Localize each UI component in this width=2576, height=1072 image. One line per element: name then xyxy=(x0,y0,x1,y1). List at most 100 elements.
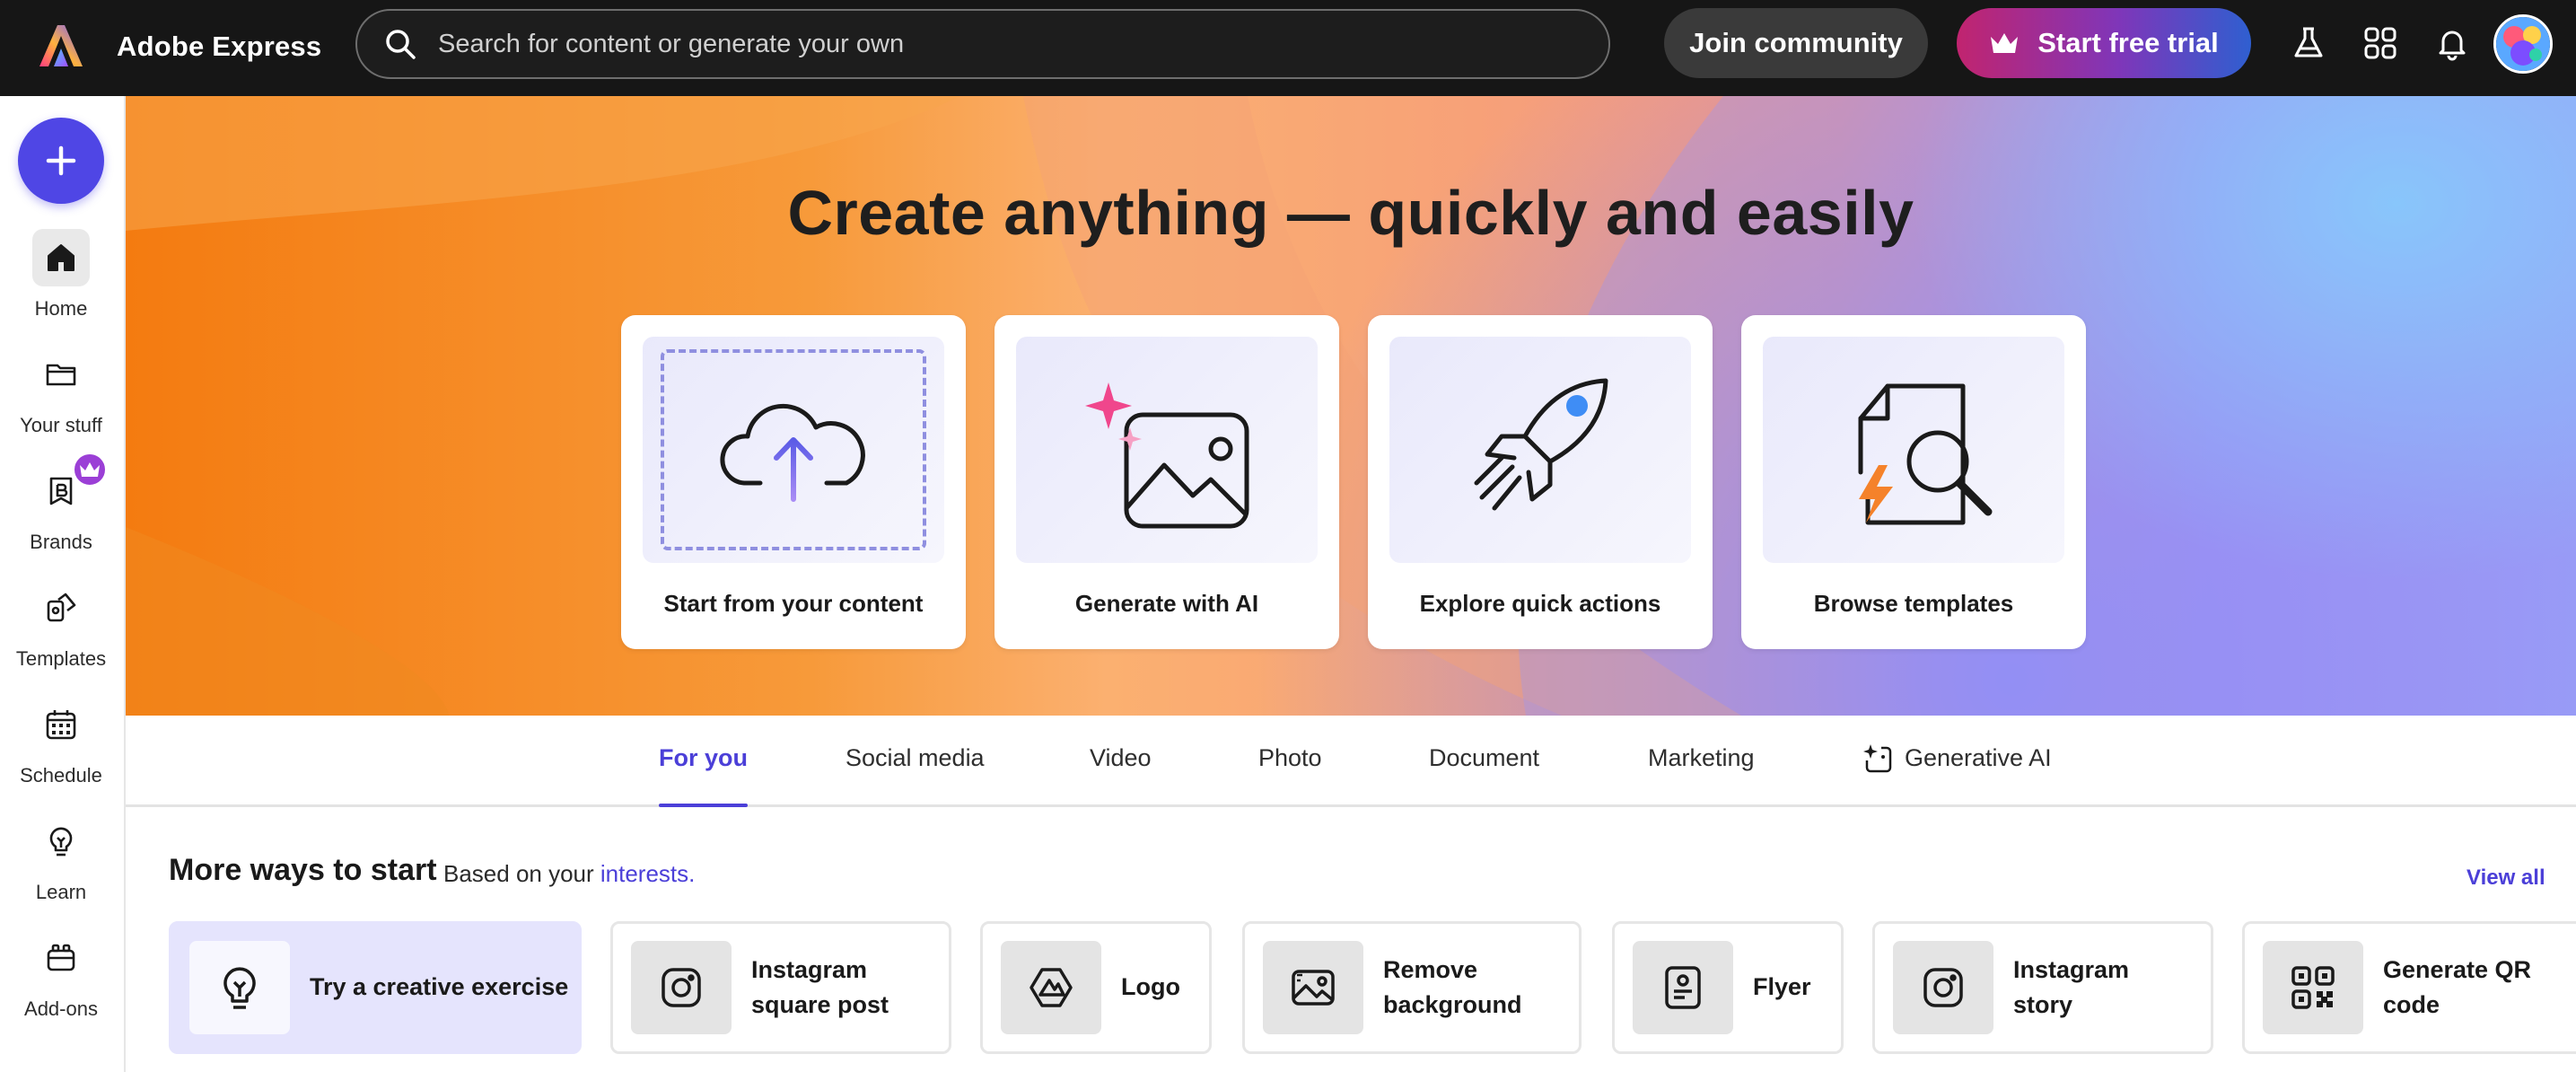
lightbulb-icon xyxy=(49,827,73,857)
addons-icon xyxy=(47,944,75,971)
chip-label: Generate QR code xyxy=(2383,953,2531,1023)
hero-card-label: Start from your content xyxy=(663,590,924,617)
notifications-button[interactable] xyxy=(2432,23,2472,63)
rail-label-home: Home xyxy=(34,297,88,320)
chip-icon-wrap xyxy=(1001,941,1101,1034)
user-avatar[interactable] xyxy=(2493,14,2553,74)
hero-card-label: Browse templates xyxy=(1813,590,2014,617)
chip-logo[interactable]: Logo xyxy=(980,921,1212,1054)
template-search-icon xyxy=(1858,383,1993,525)
start-free-trial-label: Start free trial xyxy=(2037,27,2219,58)
rail-icon-wrap xyxy=(32,813,90,870)
logo-icon xyxy=(1030,968,1073,1007)
tab-for-you[interactable]: For you xyxy=(659,744,748,807)
remove-background-icon xyxy=(1292,970,1335,1006)
subtitle-prefix: Based on your xyxy=(443,860,600,887)
rail-item-schedule[interactable]: Schedule xyxy=(0,696,122,795)
plus-icon xyxy=(46,145,76,176)
chip-icon-wrap xyxy=(631,941,732,1034)
chip-label-line1: Logo xyxy=(1121,973,1180,1001)
chip-label: Instagram square post xyxy=(751,953,889,1023)
rail-icon-wrap xyxy=(32,452,108,520)
hero-card-label: Explore quick actions xyxy=(1419,590,1661,617)
tab-generative-ai[interactable]: Generative AI xyxy=(1862,744,2052,804)
rail-item-brands[interactable]: Brands xyxy=(0,452,122,561)
brand[interactable]: Adobe Express xyxy=(36,18,321,75)
chip-creative-exercise[interactable]: Try a creative exercise xyxy=(169,921,582,1054)
hero-card-start-from-content[interactable]: Start from your content xyxy=(621,315,966,649)
hero-card-art xyxy=(1389,337,1691,563)
hero-card-art xyxy=(643,337,944,563)
chip-label-line2: story xyxy=(2013,991,2073,1018)
start-free-trial-button[interactable]: Start free trial xyxy=(1957,8,2251,78)
left-rail: Home Your stuff Brands Templates Schedul… xyxy=(0,96,126,1072)
instagram-icon xyxy=(1923,968,1963,1007)
rail-item-add-ons[interactable]: Add-ons xyxy=(0,929,122,1028)
flyer-icon xyxy=(1665,966,1701,1009)
chip-generate-qr-code[interactable]: Generate QR code xyxy=(2242,921,2576,1054)
tab-document[interactable]: Document xyxy=(1429,744,1539,804)
chip-label-line1: Generate QR xyxy=(2383,955,2532,983)
chip-label: Logo xyxy=(1121,970,1180,1005)
rail-label-templates: Templates xyxy=(15,647,107,670)
hero-card-generate-with-ai[interactable]: Generate with AI xyxy=(994,315,1339,649)
chip-instagram-story[interactable]: Instagram story xyxy=(1872,921,2213,1054)
brand-icon xyxy=(49,477,73,505)
app-name: Adobe Express xyxy=(117,31,322,62)
chip-instagram-square-post[interactable]: Instagram square post xyxy=(610,921,951,1054)
search-input[interactable] xyxy=(438,29,1515,59)
chip-icon-wrap xyxy=(1893,941,1993,1034)
view-all-link[interactable]: View all xyxy=(2466,866,2545,891)
rail-item-templates[interactable]: Templates xyxy=(0,579,122,678)
chip-label-line1: Remove xyxy=(1383,955,1478,983)
rail-item-your-stuff[interactable]: Your stuff xyxy=(0,346,122,444)
tab-label: Social media xyxy=(846,744,985,771)
hero-card-explore-quick-actions[interactable]: Explore quick actions xyxy=(1368,315,1713,649)
adobe-express-logo-icon xyxy=(39,25,83,66)
flask-icon xyxy=(2294,27,2323,57)
top-bar: Adobe Express Join community Start free … xyxy=(0,0,2576,96)
labs-button[interactable] xyxy=(2289,23,2328,63)
qr-code-icon xyxy=(2291,966,2335,1009)
chip-label: Try a creative exercise xyxy=(310,970,568,1005)
chip-label-line2: code xyxy=(2383,991,2440,1018)
hero-title: Create anything — quickly and easily xyxy=(787,178,1914,248)
chip-icon-wrap xyxy=(2263,941,2363,1034)
interests-link[interactable]: interests. xyxy=(600,860,696,887)
tab-marketing[interactable]: Marketing xyxy=(1648,744,1755,804)
crown-icon xyxy=(80,462,100,477)
rail-label-your-stuff: Your stuff xyxy=(20,414,102,436)
apps-button[interactable] xyxy=(2361,23,2400,63)
hero-card-art xyxy=(1763,337,2064,563)
rail-label-schedule: Schedule xyxy=(20,764,102,786)
create-new-button[interactable] xyxy=(18,118,104,204)
chip-flyer[interactable]: Flyer xyxy=(1612,921,1844,1054)
premium-badge xyxy=(72,452,108,488)
rail-item-home[interactable]: Home xyxy=(0,229,122,328)
tab-label: Document xyxy=(1429,744,1540,771)
rail-icon-wrap xyxy=(32,696,90,753)
join-community-button[interactable]: Join community xyxy=(1664,8,1928,78)
rail-item-learn[interactable]: Learn xyxy=(0,813,122,911)
more-ways-title: More ways to start xyxy=(169,853,437,887)
tab-video[interactable]: Video xyxy=(1090,744,1152,804)
search-bar[interactable] xyxy=(355,9,1610,79)
tab-label: For you xyxy=(659,744,748,771)
chip-remove-background[interactable]: Remove background xyxy=(1242,921,1582,1054)
rail-icon-wrap xyxy=(32,346,90,403)
lightbulb-icon xyxy=(223,967,256,1009)
tab-label: Photo xyxy=(1258,744,1322,771)
avatar-image-icon xyxy=(2496,17,2550,71)
tab-photo[interactable]: Photo xyxy=(1258,744,1322,804)
rocket-icon xyxy=(1474,378,1608,511)
rail-icon-wrap xyxy=(32,579,90,637)
chip-label: Flyer xyxy=(1753,970,1811,1005)
calendar-icon xyxy=(46,710,76,740)
tab-social-media[interactable]: Social media xyxy=(846,744,985,804)
chip-label-line1: Try a creative exercise xyxy=(310,973,569,1001)
chip-label-line2: background xyxy=(1383,991,1522,1018)
chip-icon-wrap xyxy=(189,941,290,1034)
chip-icon-wrap xyxy=(1633,941,1733,1034)
hero-card-browse-templates[interactable]: Browse templates xyxy=(1741,315,2086,649)
sparkle-frame-icon xyxy=(1863,744,1892,773)
